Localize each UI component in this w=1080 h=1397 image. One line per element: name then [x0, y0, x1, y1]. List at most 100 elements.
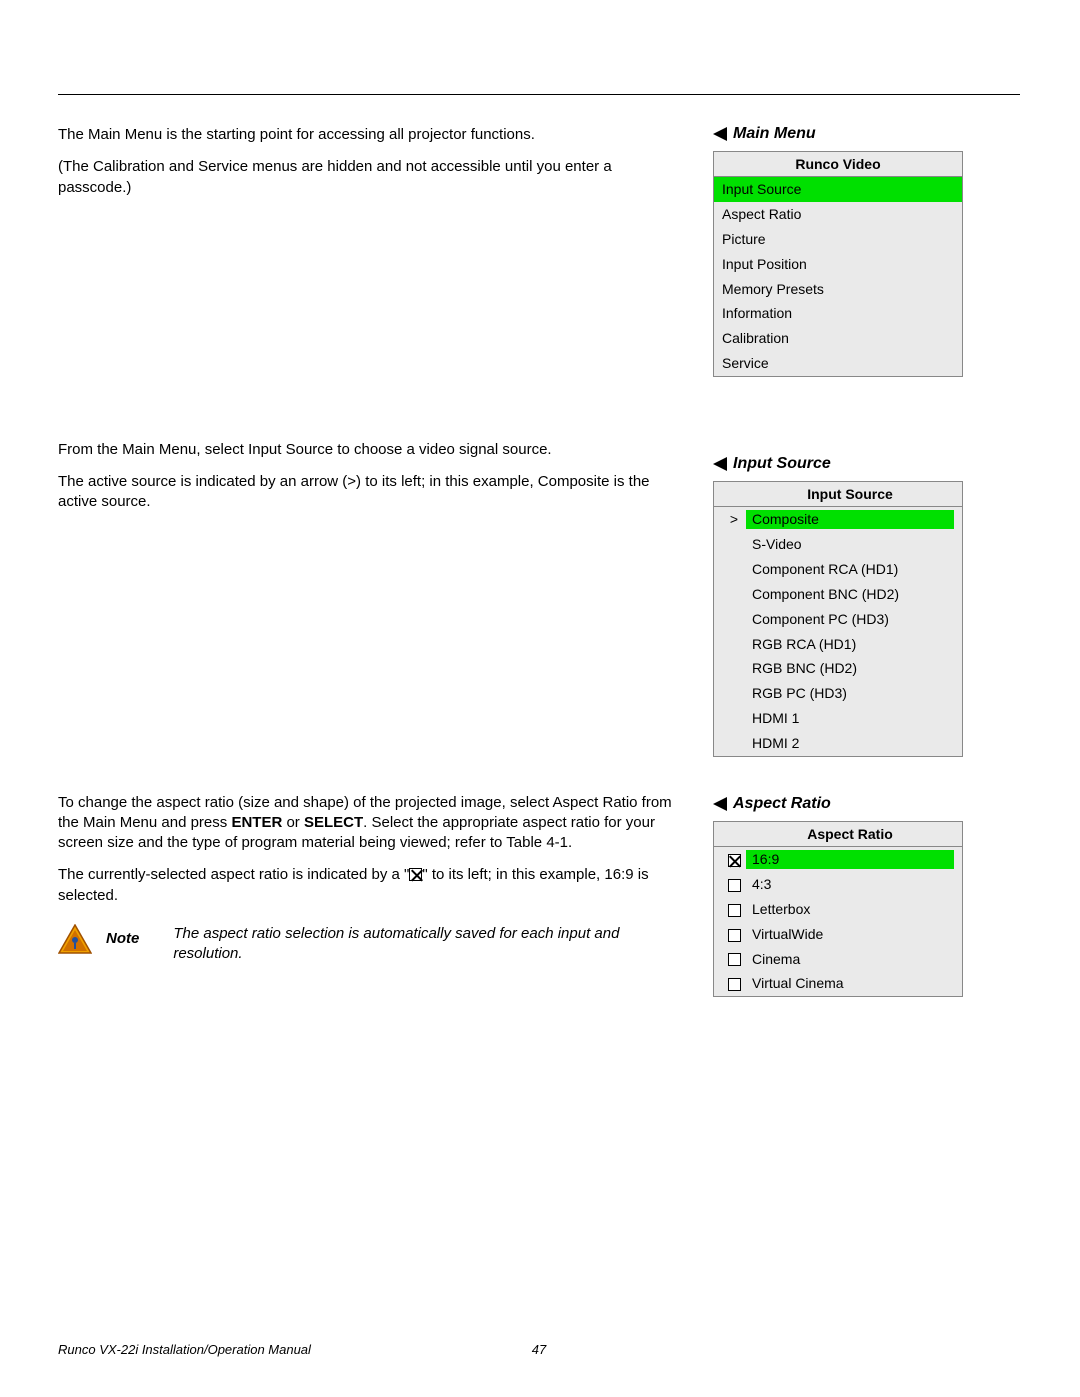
note-label: Note [106, 924, 139, 947]
menu-item[interactable]: 4:3 [714, 872, 962, 897]
menu-item-label: RGB RCA (HD1) [746, 635, 954, 654]
page-footer: Runco VX-22i Installation/Operation Manu… [58, 1342, 1020, 1357]
text-bold: ENTER [231, 814, 282, 831]
menu-aspect-ratio: Aspect Ratio 16:9 4:3 Letterbox VirtualWide… [713, 821, 963, 997]
menu-item[interactable]: Letterbox [714, 897, 962, 922]
menu-item-label: HDMI 2 [746, 734, 954, 753]
paragraph: To change the aspect ratio (size and sha… [58, 793, 673, 854]
menu-item-label: Cinema [746, 950, 954, 969]
footer-page-number: 47 [58, 1342, 1020, 1357]
menu-item[interactable]: RGB RCA (HD1) [714, 632, 962, 657]
menu-title: Input Source [714, 482, 962, 507]
active-indicator [722, 585, 746, 604]
text: The currently-selected aspect ratio is i… [58, 866, 409, 883]
menu-item[interactable]: HDMI 1 [714, 706, 962, 731]
paragraph: The Main Menu is the starting point for … [58, 125, 673, 145]
menu-item[interactable]: Calibration [714, 326, 962, 351]
spacer [58, 525, 673, 793]
active-indicator: > [722, 510, 746, 529]
menu-item-label: Component RCA (HD1) [746, 560, 954, 579]
checkbox-indicator [722, 925, 746, 944]
checkbox-icon [728, 978, 741, 991]
checkbox-indicator [722, 974, 746, 993]
menu-item-label: 4:3 [746, 875, 954, 894]
active-indicator [722, 659, 746, 678]
checkbox-indicator [722, 875, 746, 894]
checkbox-icon [728, 854, 741, 867]
checkbox-icon [728, 953, 741, 966]
arrow-left-icon [713, 127, 727, 141]
spacer [713, 787, 963, 795]
checkbox-indicator [722, 850, 746, 869]
active-indicator [722, 684, 746, 703]
menu-item[interactable]: Component BNC (HD2) [714, 582, 962, 607]
top-rule [58, 94, 1020, 95]
menu-item[interactable]: S-Video [714, 532, 962, 557]
menu-item[interactable]: 16:9 [714, 847, 962, 872]
menu-item[interactable]: RGB PC (HD3) [714, 681, 962, 706]
menu-item-label: RGB PC (HD3) [746, 684, 954, 703]
menu-item-label: Virtual Cinema [746, 974, 954, 993]
checkbox-icon [728, 879, 741, 892]
checkbox-indicator [722, 900, 746, 919]
spacer [713, 407, 963, 455]
menu-input-source: Input Source >Composite S-Video Component … [713, 481, 963, 757]
arrow-left-icon [713, 457, 727, 471]
paragraph: (The Calibration and Service menus are h… [58, 157, 673, 198]
menu-item[interactable]: Input Position [714, 252, 962, 277]
menu-item[interactable]: Component PC (HD3) [714, 607, 962, 632]
menu-item-label: HDMI 1 [746, 709, 954, 728]
menu-item[interactable]: Aspect Ratio [714, 202, 962, 227]
paragraph: From the Main Menu, select Input Source … [58, 440, 673, 460]
paragraph: The currently-selected aspect ratio is i… [58, 865, 673, 906]
menu-item-label: Component BNC (HD2) [746, 585, 954, 604]
menu-item[interactable]: >Composite [714, 507, 962, 532]
warning-icon [58, 924, 92, 954]
heading-label: Main Menu [733, 125, 816, 143]
menu-item[interactable]: Component RCA (HD1) [714, 557, 962, 582]
active-indicator [722, 610, 746, 629]
heading-label: Input Source [733, 455, 831, 473]
active-indicator [722, 560, 746, 579]
menu-item-label: RGB BNC (HD2) [746, 659, 954, 678]
menu-main: Runco Video Input SourceAspect RatioPict… [713, 151, 963, 377]
menu-item-label: Composite [746, 510, 954, 529]
paragraph: The active source is indicated by an arr… [58, 472, 673, 513]
note-block: Note The aspect ratio selection is autom… [58, 924, 673, 965]
checked-box-icon [409, 868, 422, 881]
menu-item[interactable]: Picture [714, 227, 962, 252]
menu-title: Runco Video [714, 152, 962, 177]
checkbox-indicator [722, 950, 746, 969]
spacer [58, 210, 673, 440]
menu-item[interactable]: RGB BNC (HD2) [714, 656, 962, 681]
active-indicator [722, 709, 746, 728]
menu-item-label: S-Video [746, 535, 954, 554]
menu-item[interactable]: VirtualWide [714, 922, 962, 947]
menu-item[interactable]: Memory Presets [714, 277, 962, 302]
menu-item-label: 16:9 [746, 850, 954, 869]
menu-item[interactable]: Virtual Cinema [714, 971, 962, 996]
active-indicator [722, 734, 746, 753]
heading-label: Aspect Ratio [733, 795, 831, 813]
menu-item-label: VirtualWide [746, 925, 954, 944]
menu-item[interactable]: HDMI 2 [714, 731, 962, 756]
checkbox-icon [728, 929, 741, 942]
menu-item-label: Letterbox [746, 900, 954, 919]
section-heading-input-source: Input Source [713, 455, 963, 473]
menu-item[interactable]: Service [714, 351, 962, 376]
arrow-left-icon [713, 797, 727, 811]
active-indicator [722, 635, 746, 654]
menu-item[interactable]: Information [714, 301, 962, 326]
text-bold: SELECT [304, 814, 363, 831]
menu-item-label: Component PC (HD3) [746, 610, 954, 629]
body-column: The Main Menu is the starting point for … [58, 125, 673, 1027]
menu-item[interactable]: Cinema [714, 947, 962, 972]
menu-item[interactable]: Input Source [714, 177, 962, 202]
menu-title: Aspect Ratio [714, 822, 962, 847]
section-heading-aspect-ratio: Aspect Ratio [713, 795, 963, 813]
sidebar-column: Main Menu Runco Video Input SourceAspect… [713, 125, 963, 1027]
section-heading-main-menu: Main Menu [713, 125, 963, 143]
text: or [282, 814, 304, 831]
checkbox-icon [728, 904, 741, 917]
active-indicator [722, 535, 746, 554]
